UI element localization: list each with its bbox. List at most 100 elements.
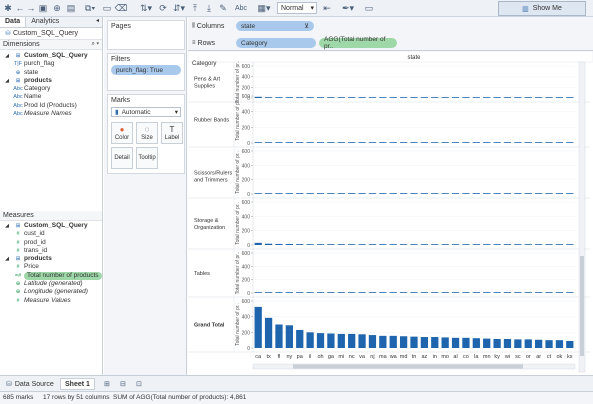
field-item[interactable]: ⊕ state	[2, 69, 102, 77]
expand-icon[interactable]: ◢	[2, 52, 12, 60]
bar-ma	[379, 292, 387, 293]
viz-area[interactable]: Category state Pens & Art Supplies Total num…	[188, 51, 593, 375]
mark-type-select[interactable]: ▮ Automatic ▾	[111, 107, 181, 117]
bar-az	[420, 292, 429, 293]
tab-data[interactable]: Data	[0, 17, 27, 27]
search-icon[interactable]: ⌕ ▾	[91, 41, 102, 48]
tick-label: 600	[242, 200, 251, 206]
table-group[interactable]: ◢ ⊞ Custom_SQL_Query	[2, 52, 102, 60]
filters-card[interactable]: Filters purch_flag: True	[107, 53, 185, 91]
datasource-item[interactable]: ⛁ Custom_SQL_Query	[0, 28, 102, 40]
field-item[interactable]: # prod_id	[2, 239, 102, 247]
show-me-button[interactable]: ▥ Show Me	[498, 1, 586, 16]
field-item[interactable]: ⊕ Latitude (generated)	[2, 280, 102, 288]
bar-wa	[389, 193, 397, 194]
boolean-icon: T|F	[13, 61, 23, 68]
annotate-icon[interactable]: ✒▾	[340, 2, 356, 14]
tableau-logo-icon[interactable]: ✱	[3, 2, 13, 14]
color-label: Color	[114, 135, 130, 141]
sort-asc-icon[interactable]: ⤒	[190, 2, 200, 14]
field-item[interactable]: ⊕ Longitude (generated)	[2, 288, 102, 296]
field-item[interactable]: Abc Prod Id (Products)	[2, 102, 102, 110]
new-sheet-icon[interactable]: ⧉▾	[82, 2, 98, 14]
bar-mn	[483, 142, 491, 143]
sort-icon[interactable]: ⇵▾	[172, 2, 186, 14]
pin-icon[interactable]: ⇤	[322, 2, 332, 14]
field-item[interactable]: Abc Name	[2, 93, 102, 101]
duplicate-icon[interactable]: ▭	[102, 2, 112, 14]
category-label: Tables	[194, 271, 210, 277]
highlight-icon[interactable]: ✎	[218, 2, 228, 14]
labels-icon[interactable]: Abc	[232, 2, 250, 14]
category-label: Pens & Art	[194, 77, 220, 83]
field-item[interactable]: # trans_id	[2, 247, 102, 255]
fit-icon[interactable]: ▦▾	[256, 2, 272, 14]
category-label: Rubber Bands	[194, 118, 229, 124]
minimize-pane-icon[interactable]: ◂	[96, 17, 102, 27]
size-button[interactable]: ◌ Size	[136, 122, 158, 144]
bar-sc	[514, 339, 522, 348]
pages-card[interactable]: Pages	[107, 20, 185, 50]
rows-shelf[interactable]: ≡ Rows Category AGG(Total number of pr..	[188, 35, 593, 51]
filter-pill[interactable]: purch_flag: True	[111, 65, 181, 75]
color-button[interactable]: ● Color	[111, 122, 133, 144]
new-story-icon[interactable]: ⊡	[132, 378, 146, 390]
field-label: Prod Id (Products)	[24, 101, 77, 109]
bar-mo	[441, 292, 449, 293]
bar-sc	[514, 292, 522, 293]
datasource-tab[interactable]: ⛁ Data Source	[2, 378, 58, 390]
refresh-icon[interactable]: ⟳	[158, 2, 168, 14]
total-products-pill[interactable]: AGG(Total number of pr..	[319, 36, 397, 50]
table-group[interactable]: ◢ ⊞ products	[2, 255, 102, 263]
category-pill[interactable]: Category	[236, 38, 316, 48]
category-label: Grand Total	[194, 323, 225, 329]
bar-wa	[389, 142, 397, 143]
bar-in	[431, 97, 439, 98]
back-icon[interactable]: ←	[15, 2, 25, 14]
new-worksheet-icon[interactable]: ⊞	[100, 378, 114, 390]
bar-or	[524, 193, 532, 194]
bar-ct	[545, 193, 553, 194]
presentation-icon[interactable]: ▭	[364, 2, 374, 14]
label-button[interactable]: T Label	[161, 122, 183, 144]
bar-mi	[337, 142, 345, 143]
field-item[interactable]: Abc Category	[2, 85, 102, 93]
bar-ma	[379, 244, 387, 245]
tooltip-button[interactable]: Tooltip	[136, 147, 158, 169]
field-item[interactable]: # cust_id	[2, 230, 102, 238]
field-item[interactable]: T|F purch_flag	[2, 60, 102, 68]
bar-in	[431, 337, 439, 348]
field-label: Longitude (generated)	[24, 288, 88, 296]
add-datasource-icon[interactable]: ⊕	[52, 2, 62, 14]
table-group[interactable]: ◢ ⊞ Custom_SQL_Query	[2, 222, 102, 230]
detail-button[interactable]: Detail	[111, 147, 133, 169]
sheet-tab[interactable]: Sheet 1	[60, 378, 95, 390]
swap-icon[interactable]: ⇅▾	[138, 2, 154, 14]
tab-analytics[interactable]: Analytics	[26, 17, 64, 27]
forward-icon[interactable]: →	[26, 2, 36, 14]
bar-ca	[254, 96, 262, 98]
field-item[interactable]: =# Total number of products	[2, 271, 102, 281]
field-item[interactable]: # Measure Values	[2, 297, 102, 305]
pause-icon[interactable]: ▤	[66, 2, 76, 14]
shelves: ⫼ Columns state ⊻ ≡ Rows Category AGG(To…	[188, 17, 593, 51]
save-icon[interactable]: ▣	[38, 2, 48, 14]
bar-la	[472, 338, 480, 348]
field-item[interactable]: # Price	[2, 263, 102, 271]
sort-desc-icon[interactable]: ⤓	[204, 2, 214, 14]
string-icon: Abc	[13, 94, 23, 101]
zoom-select[interactable]: Normal ▾	[277, 2, 317, 14]
new-dashboard-icon[interactable]: ⊟	[116, 378, 130, 390]
expand-icon[interactable]: ◢	[2, 255, 12, 263]
expand-icon[interactable]: ◢	[2, 77, 12, 85]
bar-or	[524, 97, 532, 98]
clear-icon[interactable]: ⌫	[115, 2, 128, 14]
expand-icon[interactable]: ◢	[2, 222, 12, 230]
columns-shelf[interactable]: ⫼ Columns state ⊻	[188, 18, 593, 34]
bar-ga	[327, 97, 335, 98]
category-label: Organization	[194, 225, 225, 231]
state-pill[interactable]: state ⊻	[236, 21, 314, 31]
bar-ny	[285, 292, 293, 293]
field-item[interactable]: Abc Measure Names	[2, 110, 102, 118]
table-group[interactable]: ◢ ⊞ products	[2, 77, 102, 85]
